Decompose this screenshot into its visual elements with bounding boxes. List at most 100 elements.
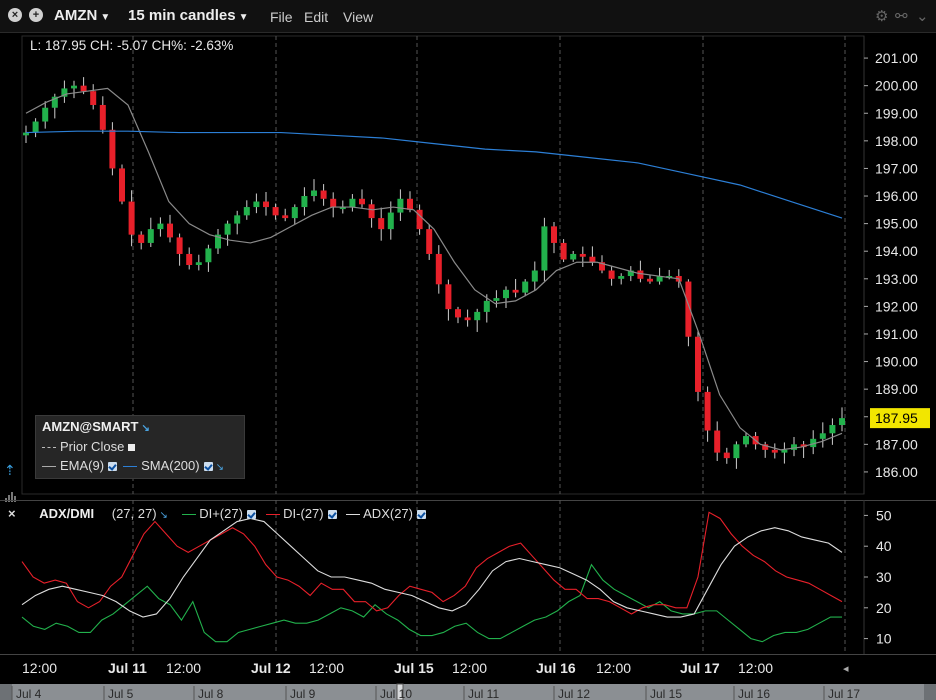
bars-icon[interactable] — [5, 484, 19, 502]
y-tick-label: 10 — [876, 631, 892, 647]
y-tick-label: 195.00 — [875, 216, 918, 232]
menu-edit-label: Edit — [304, 9, 329, 25]
arrow-icon[interactable]: ↘ — [160, 510, 168, 521]
y-tick-label: 20 — [876, 600, 892, 616]
legend-indicators: EMA(9) SMA(200) ↘ — [42, 458, 224, 473]
symbol-dropdown[interactable]: AMZN ▼ — [54, 7, 110, 24]
navigator-left-handle — [0, 684, 12, 700]
y-tick-label: 189.00 — [875, 381, 918, 397]
candle-up — [42, 107, 49, 122]
di-minus-swatch — [265, 514, 280, 516]
di-minus-line — [21, 511, 843, 615]
navigator-label: Jul 5 — [108, 687, 134, 700]
candle-up — [291, 207, 298, 219]
checkbox-icon[interactable] — [108, 462, 118, 472]
candle-down — [128, 201, 135, 235]
title-bar: × + AMZN ▼ 15 min candles ▼ File Edit View… — [0, 0, 936, 33]
symbol-label: AMZN — [54, 7, 98, 24]
y-tick-label: 187.00 — [875, 436, 918, 452]
y-tick-label: 196.00 — [875, 188, 918, 204]
di-minus-label: DI-(27) — [283, 506, 324, 521]
checkbox-icon[interactable] — [327, 510, 337, 520]
arrow-icon[interactable]: ↘ — [141, 423, 149, 434]
candle-up — [474, 311, 481, 321]
y-tick-label: 186.00 — [875, 464, 918, 480]
arrow-icon[interactable]: ↘ — [216, 462, 224, 473]
adx-params: (27, 27) — [111, 506, 157, 521]
candle-up — [234, 215, 241, 224]
candle-up — [224, 223, 231, 235]
checkbox-icon[interactable] — [246, 510, 256, 520]
candle-up — [147, 229, 154, 243]
navigator-label: Jul 15 — [650, 687, 682, 700]
time-axis-label: Jul 15 — [394, 660, 434, 676]
time-axis-label: Jul 12 — [251, 660, 291, 676]
candle-down — [119, 168, 125, 202]
candle-down — [608, 270, 615, 279]
y-tick-label: 199.00 — [875, 105, 918, 121]
time-axis-label: 12:00 — [596, 660, 631, 676]
timeframe-dropdown[interactable]: 15 min candles ▼ — [128, 7, 248, 24]
menu-view[interactable]: View — [343, 9, 373, 25]
navigator-label: Jul 17 — [828, 687, 860, 700]
candle-down — [330, 198, 337, 208]
candle-up — [819, 433, 826, 439]
y-tick-label: 191.00 — [875, 326, 918, 342]
add-icon[interactable]: + — [29, 8, 43, 22]
candle-down — [426, 229, 433, 254]
menu-file[interactable]: File — [270, 9, 293, 25]
menu-file-label: File — [270, 9, 293, 25]
navigator-label: Jul 8 — [198, 687, 224, 700]
candle-down — [368, 204, 375, 219]
time-axis-label: Jul 16 — [536, 660, 576, 676]
ohlc-readout: L: 187.95 CH: -5.07 CH%: -2.63% — [30, 38, 234, 53]
y-tick-label: 193.00 — [875, 271, 918, 287]
adx-chart[interactable]: 50 40 30 20 10 — [0, 500, 936, 654]
candle-up — [618, 276, 625, 279]
candle-down — [90, 91, 97, 105]
navigator-label: Jul 12 — [558, 687, 590, 700]
menu-view-label: View — [343, 9, 374, 25]
time-axis-label: 12:00 — [738, 660, 773, 676]
checkbox-icon[interactable] — [203, 462, 213, 472]
candle-down — [464, 317, 471, 321]
adx-title: ADX/DMI — [39, 506, 95, 521]
close-icon[interactable]: × — [8, 506, 16, 521]
last-price-label: 187.95 — [875, 410, 918, 426]
navigator-label: Jul 10 — [380, 687, 412, 700]
gear-icon[interactable]: ⚙ — [875, 7, 888, 25]
candle-down — [435, 253, 442, 285]
time-axis-label: Jul 17 — [680, 660, 720, 676]
candle-down — [512, 289, 519, 293]
navigator-label: Jul 4 — [16, 687, 42, 700]
legend-prior-close: Prior Close — [42, 439, 136, 454]
candle-down — [551, 226, 557, 243]
legend-sma-label: SMA(200) — [141, 458, 200, 473]
candle-down — [109, 129, 116, 169]
candle-down — [378, 218, 385, 230]
candle-up — [733, 444, 740, 459]
candle-down — [771, 449, 778, 453]
candle-down — [579, 253, 586, 257]
chevron-down-icon: ▼ — [100, 12, 111, 23]
cursor-tool-icon[interactable]: ⇡ — [4, 462, 16, 479]
arrow-icon: ◂ — [843, 663, 849, 675]
navigator-label: Jul 11 — [468, 687, 499, 700]
square-icon[interactable] — [128, 444, 136, 452]
link-icon[interactable]: ⚯ — [895, 7, 908, 25]
menu-edit[interactable]: Edit — [304, 9, 328, 25]
candle-up — [570, 253, 577, 260]
close-icon[interactable]: × — [8, 8, 22, 22]
candle-up — [781, 449, 788, 453]
candle-down — [445, 284, 452, 310]
candle-up — [301, 196, 308, 208]
candle-down — [99, 104, 106, 130]
y-tick-label: 30 — [876, 569, 892, 585]
chevron-down-icon[interactable]: ⌄ — [916, 7, 929, 25]
candle-up — [483, 300, 490, 312]
y-tick-label: 50 — [876, 507, 892, 523]
checkbox-icon[interactable] — [417, 510, 426, 520]
candle-down — [637, 270, 644, 279]
candle-down — [407, 198, 413, 210]
candle-down — [560, 242, 567, 260]
